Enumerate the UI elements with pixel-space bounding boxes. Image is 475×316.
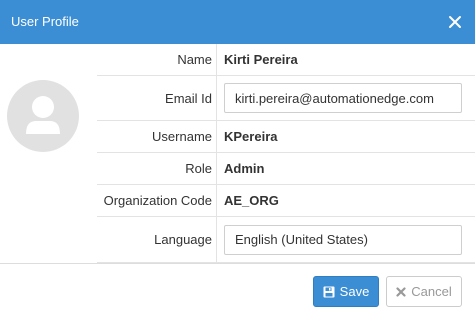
language-field[interactable]: English (United States) [224,224,462,255]
org-code-value: AE_ORG [224,193,279,208]
x-icon [396,286,406,297]
cancel-button[interactable]: Cancel [386,276,462,307]
save-label: Save [339,284,370,299]
role-row: Role Admin [97,153,475,185]
dialog-header: User Profile [0,0,475,44]
floppy-disk-icon [323,286,335,298]
profile-table: Name Kirti Pereira Email Id kirti.pereir… [97,44,475,263]
username-row: Username KPereira [97,121,475,153]
cancel-label: Cancel [411,284,452,299]
save-button[interactable]: Save [313,276,379,307]
language-label: Language [97,217,217,262]
language-row: Language English (United States) [97,217,475,263]
email-field[interactable]: kirti.pereira@automationedge.com [224,83,462,113]
org-code-label: Organization Code [97,185,217,216]
name-value: Kirti Pereira [224,52,298,67]
close-icon[interactable] [445,12,465,32]
org-code-row: Organization Code AE_ORG [97,185,475,217]
user-avatar-icon [26,96,60,134]
name-row: Name Kirti Pereira [97,44,475,76]
footer-divider [0,263,475,264]
email-label: Email Id [97,76,217,120]
avatar [7,80,79,152]
username-label: Username [97,121,217,152]
dialog-title: User Profile [11,14,79,29]
role-value: Admin [224,161,265,176]
role-label: Role [97,153,217,184]
name-label: Name [97,44,217,75]
email-row: Email Id kirti.pereira@automationedge.co… [97,76,475,121]
username-value: KPereira [224,129,278,144]
